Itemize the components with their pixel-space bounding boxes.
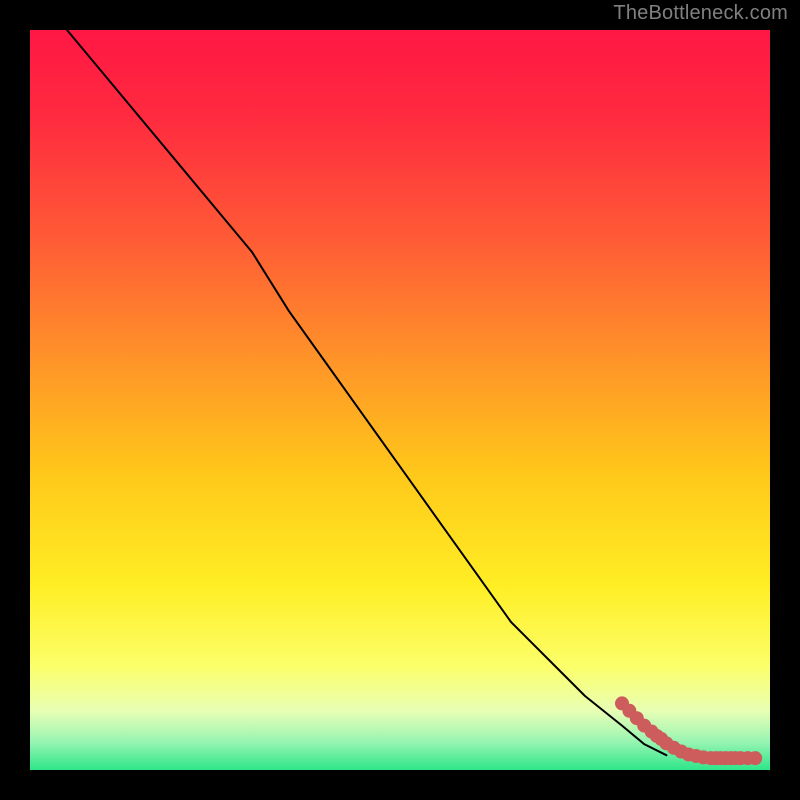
watermark-text: TheBottleneck.com [613, 2, 788, 25]
plot-area [30, 30, 770, 770]
chart-frame: TheBottleneck.com [0, 0, 800, 800]
gradient-background [30, 30, 770, 770]
scatter-point [748, 751, 762, 765]
chart-svg [30, 30, 770, 770]
